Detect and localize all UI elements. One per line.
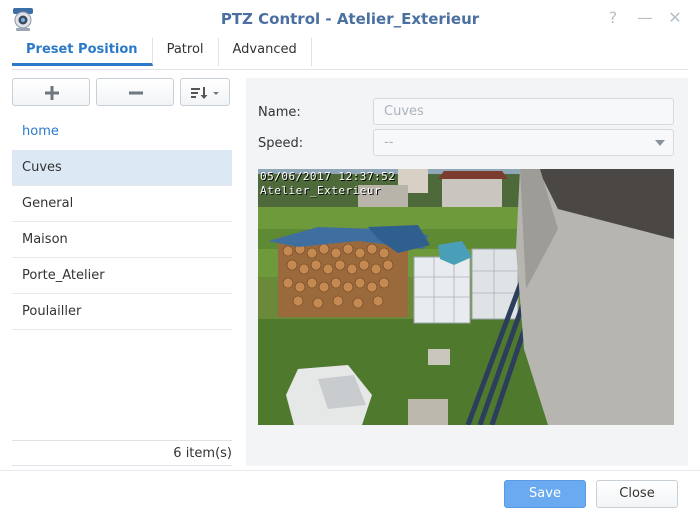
- preset-item-home[interactable]: home: [12, 114, 232, 150]
- preset-toolbar: [12, 78, 232, 106]
- preset-item-poulailler[interactable]: Poulailler: [12, 294, 232, 330]
- speed-label: Speed:: [258, 136, 304, 151]
- remove-preset-button[interactable]: [96, 78, 174, 106]
- footer-divider: [0, 470, 700, 471]
- name-input[interactable]: Cuves: [373, 98, 674, 125]
- tab-bar: Preset Position Patrol Advanced: [12, 38, 312, 66]
- help-icon[interactable]: ?: [604, 8, 622, 28]
- camera-scene-image: [258, 169, 674, 425]
- tab-preset-position[interactable]: Preset Position: [12, 38, 153, 66]
- preset-item-general[interactable]: General: [12, 186, 232, 222]
- save-button[interactable]: Save: [504, 480, 586, 508]
- minus-icon: [129, 91, 143, 95]
- sort-presets-button[interactable]: [180, 78, 230, 106]
- preset-details-panel: Name: Cuves Speed: -- 05/06/2017 12:37:5…: [246, 78, 688, 466]
- speed-value: --: [384, 135, 394, 150]
- tab-divider: [12, 69, 688, 70]
- preset-item-maison[interactable]: Maison: [12, 222, 232, 258]
- close-icon[interactable]: ✕: [666, 8, 684, 28]
- ptz-control-window: PTZ Control - Atelier_Exterieur ? — ✕ Pr…: [0, 0, 700, 516]
- window-title: PTZ Control - Atelier_Exterieur: [220, 10, 480, 28]
- minimize-icon[interactable]: —: [636, 8, 654, 28]
- camera-timestamp: 05/06/2017 12:37:52: [260, 170, 396, 183]
- chevron-down-icon: [655, 140, 665, 146]
- title-bar: PTZ Control - Atelier_Exterieur ? — ✕: [0, 0, 700, 38]
- preset-list: home Cuves General Maison Porte_Atelier …: [12, 114, 232, 466]
- sort-icon: [191, 87, 219, 99]
- preset-item-porte-atelier[interactable]: Porte_Atelier: [12, 258, 232, 294]
- tab-patrol[interactable]: Patrol: [153, 38, 219, 66]
- preset-count: 6 item(s): [12, 440, 232, 466]
- close-button[interactable]: Close: [596, 480, 678, 508]
- camera-preview: 05/06/2017 12:37:52 Atelier_Exterieur: [258, 169, 674, 425]
- plus-icon: [45, 86, 59, 100]
- name-label: Name:: [258, 105, 301, 120]
- camera-name-overlay: Atelier_Exterieur: [260, 184, 382, 197]
- tab-advanced[interactable]: Advanced: [219, 38, 312, 66]
- speed-select[interactable]: --: [373, 129, 674, 156]
- add-preset-button[interactable]: [12, 78, 90, 106]
- preset-item-cuves[interactable]: Cuves: [12, 150, 232, 186]
